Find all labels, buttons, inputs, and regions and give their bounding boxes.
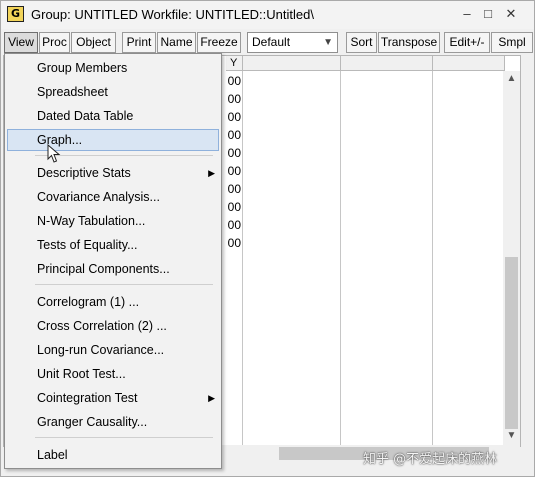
cell-text: 00 — [227, 164, 241, 178]
column-header[interactable] — [341, 56, 433, 71]
menu-item-long-run-covariance[interactable]: Long-run Covariance... — [7, 339, 219, 361]
cell-value-fragment[interactable]: 00 — [227, 235, 241, 252]
column-header-y[interactable]: Y — [226, 56, 243, 71]
menu-item-label: Long-run Covariance... — [37, 343, 165, 357]
menu-separator — [35, 155, 213, 156]
cell-value-fragment[interactable]: 00 — [227, 181, 241, 198]
cell-value-fragment[interactable]: 00 — [227, 109, 241, 126]
menu-item-cross-correlation[interactable]: Cross Correlation (2) ... — [7, 315, 219, 337]
menu-item-correlogram[interactable]: Correlogram (1) ... — [7, 291, 219, 313]
cell-text: 00 — [227, 236, 241, 250]
cell-text: 00 — [227, 182, 241, 196]
cell-text: 00 — [227, 128, 241, 142]
menu-item-label: Dated Data Table — [37, 109, 134, 123]
sort-button[interactable]: Sort — [346, 32, 377, 53]
cell-value-fragment[interactable]: 00 — [227, 127, 241, 144]
menu-item-label: Principal Components... — [37, 262, 170, 276]
view-menu: Group Members Spreadsheet Dated Data Tab… — [4, 53, 222, 469]
menu-item-dated-data-table[interactable]: Dated Data Table — [7, 105, 219, 127]
cell-text: 00 — [227, 200, 241, 214]
proc-button[interactable]: Proc — [39, 32, 70, 53]
title-bar[interactable]: G Group: UNTITLED Workfile: UNTITLED::Un… — [1, 1, 534, 29]
menu-item-label: Tests of Equality... — [37, 238, 138, 252]
menu-item-label: Label — [37, 448, 68, 462]
minimize-button[interactable]: ‒ — [457, 5, 477, 23]
menu-item-spreadsheet[interactable]: Spreadsheet — [7, 81, 219, 103]
name-button[interactable]: Name — [157, 32, 196, 53]
column-header[interactable] — [433, 56, 505, 71]
cell-text: 00 — [227, 74, 241, 88]
window-title: Group: UNTITLED Workfile: UNTITLED::Unti… — [31, 7, 314, 22]
object-button[interactable]: Object — [71, 32, 116, 53]
column-divider — [432, 71, 433, 446]
menu-separator — [35, 437, 213, 438]
print-button[interactable]: Print — [122, 32, 156, 53]
view-mode-select[interactable]: Default ▼ — [247, 32, 338, 53]
menu-item-label: Correlogram (1) ... — [37, 295, 140, 309]
column-header[interactable] — [243, 56, 341, 71]
scroll-up-icon[interactable]: ▲ — [503, 71, 520, 86]
edit-toggle-button[interactable]: Edit+/- — [444, 32, 490, 53]
menu-item-label: Covariance Analysis... — [37, 190, 160, 204]
menu-item-descriptive-stats[interactable]: Descriptive Stats ▶ — [7, 162, 219, 184]
transpose-button[interactable]: Transpose — [378, 32, 440, 53]
menu-item-n-way-tabulation[interactable]: N-Way Tabulation... — [7, 210, 219, 232]
menu-item-label: Unit Root Test... — [37, 367, 126, 381]
vertical-scrollbar[interactable]: ▲ ▼ — [503, 71, 520, 446]
scroll-down-icon[interactable]: ▼ — [503, 428, 520, 443]
menu-item-label: Granger Causality... — [37, 415, 148, 429]
vertical-scroll-thumb[interactable] — [505, 257, 518, 429]
menu-item-label: Cointegration Test — [37, 391, 138, 405]
cell-text: 00 — [227, 110, 241, 124]
submenu-arrow-icon: ▶ — [208, 168, 215, 178]
cell-value-fragment[interactable]: 00 — [227, 199, 241, 216]
maximize-button[interactable]: □ — [478, 5, 498, 23]
group-window: G Group: UNTITLED Workfile: UNTITLED::Un… — [0, 0, 535, 477]
submenu-arrow-icon: ▶ — [208, 393, 215, 403]
menu-item-granger-causality[interactable]: Granger Causality... — [7, 411, 219, 433]
chevron-down-icon: ▼ — [323, 37, 333, 48]
menu-item-unit-root-test[interactable]: Unit Root Test... — [7, 363, 219, 385]
menu-item-principal-components[interactable]: Principal Components... — [7, 258, 219, 280]
menu-item-cointegration-test[interactable]: Cointegration Test ▶ — [7, 387, 219, 409]
cell-value-fragment[interactable]: 00 — [227, 91, 241, 108]
menu-item-label: Descriptive Stats — [37, 166, 131, 180]
menu-item-tests-of-equality[interactable]: Tests of Equality... — [7, 234, 219, 256]
cell-value-fragment[interactable]: 00 — [227, 163, 241, 180]
menu-item-label: N-Way Tabulation... — [37, 214, 146, 228]
eviews-group-icon[interactable]: G — [7, 6, 24, 22]
column-divider — [340, 71, 341, 446]
menu-item-label: Cross Correlation (2) ... — [37, 319, 167, 333]
cell-value-fragment[interactable]: 00 — [227, 73, 241, 90]
menu-item-label: Spreadsheet — [37, 85, 108, 99]
view-mode-value: Default — [252, 35, 291, 49]
menu-separator — [35, 284, 213, 285]
freeze-button[interactable]: Freeze — [197, 32, 241, 53]
mouse-pointer-icon — [47, 144, 61, 163]
column-divider — [242, 71, 243, 446]
menu-item-label: Group Members — [37, 61, 128, 75]
cell-value-fragment[interactable]: 00 — [227, 217, 241, 234]
menu-item-graph[interactable]: Graph... — [7, 129, 219, 151]
toolbar: View Proc Object Print Name Freeze Defau… — [1, 32, 534, 54]
cell-text: 00 — [227, 146, 241, 160]
menu-item-covariance-analysis[interactable]: Covariance Analysis... — [7, 186, 219, 208]
watermark-text: 知乎 @不爱起床的燕林 — [363, 452, 498, 467]
cell-value-fragment[interactable]: 00 — [227, 145, 241, 162]
sample-button[interactable]: Smpl — [491, 32, 533, 53]
menu-item-label-view[interactable]: Label — [7, 444, 219, 466]
cell-text: 00 — [227, 92, 241, 106]
view-button[interactable]: View — [4, 32, 38, 53]
cell-text: 00 — [227, 218, 241, 232]
menu-item-group-members[interactable]: Group Members — [7, 57, 219, 79]
close-button[interactable]: ✕ — [501, 5, 521, 23]
